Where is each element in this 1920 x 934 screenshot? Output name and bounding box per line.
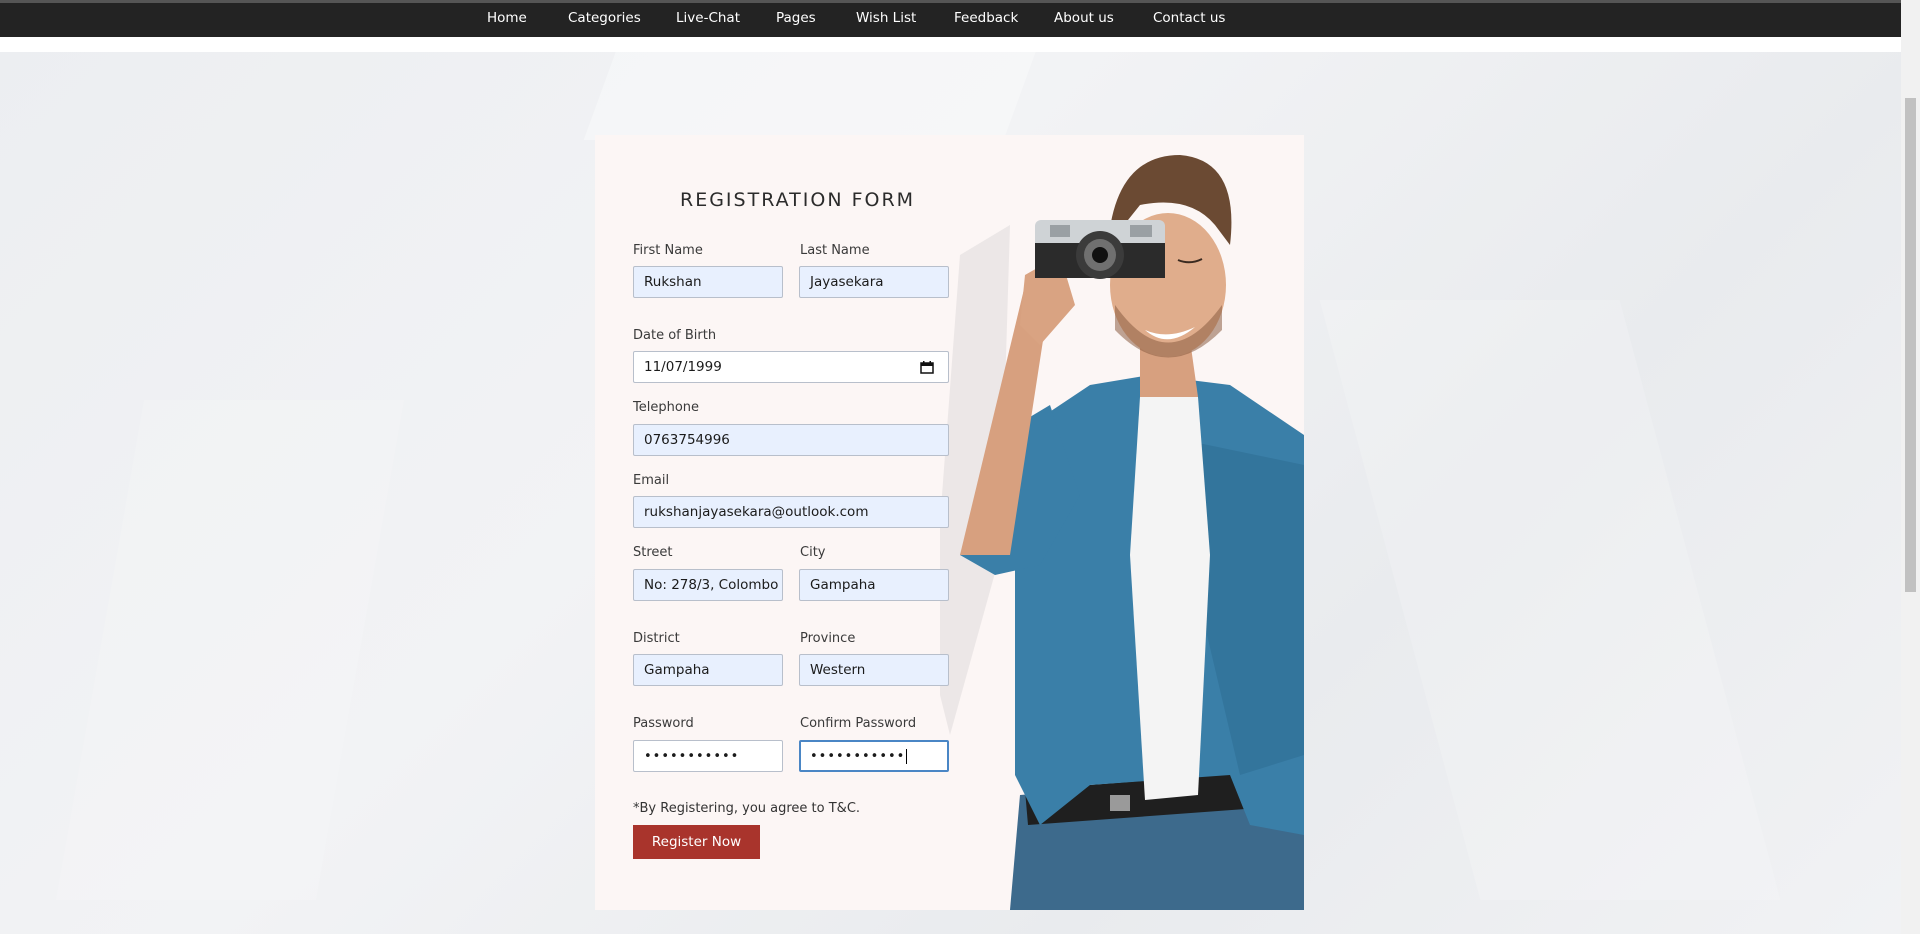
district-label: District <box>633 631 680 646</box>
password-field[interactable]: ••••••••••• <box>633 740 783 772</box>
confirm-password-dots: ••••••••••• <box>810 749 906 764</box>
email-field[interactable]: rukshanjayasekara@outlook.com <box>633 496 949 528</box>
first-name-label: First Name <box>633 243 703 258</box>
province-field[interactable]: Western <box>799 654 949 686</box>
confirm-password-field[interactable]: ••••••••••• <box>799 740 949 772</box>
confirm-password-label: Confirm Password <box>800 716 917 731</box>
telephone-field[interactable]: 0763754996 <box>633 424 949 456</box>
nav-live-chat[interactable]: Live-Chat <box>676 3 740 37</box>
password-dots: ••••••••••• <box>644 749 740 764</box>
province-label: Province <box>800 631 856 646</box>
nav-about-us[interactable]: About us <box>1054 3 1114 37</box>
scrollbar-thumb[interactable] <box>1905 98 1916 592</box>
background-shape <box>1319 300 1781 900</box>
text-caret <box>906 748 908 764</box>
dob-field[interactable]: 11/07/1999 <box>633 351 949 383</box>
nav-home[interactable]: Home <box>487 3 527 37</box>
main-navbar: Home Categories Live-Chat Pages Wish Lis… <box>0 3 1901 37</box>
nav-feedback[interactable]: Feedback <box>954 3 1018 37</box>
form-title: REGISTRATION FORM <box>680 189 916 211</box>
telephone-label: Telephone <box>633 400 700 415</box>
district-field[interactable]: Gampaha <box>633 654 783 686</box>
email-label: Email <box>633 473 670 488</box>
calendar-icon[interactable] <box>920 361 934 374</box>
background-shape <box>55 400 405 900</box>
background-shape <box>583 50 1037 140</box>
man-with-camera-photo <box>940 155 1304 910</box>
nav-categories[interactable]: Categories <box>568 3 641 37</box>
dob-label: Date of Birth <box>633 328 717 343</box>
city-field[interactable]: Gampaha <box>799 569 949 601</box>
city-label: City <box>800 545 826 560</box>
last-name-field[interactable]: Jayasekara <box>799 266 949 298</box>
nav-wish-list[interactable]: Wish List <box>856 3 916 37</box>
street-field[interactable]: No: 278/3, Colombo <box>633 569 783 601</box>
terms-note: *By Registering, you agree to T&C. <box>633 801 861 816</box>
nav-pages[interactable]: Pages <box>776 3 816 37</box>
first-name-field[interactable]: Rukshan <box>633 266 783 298</box>
register-now-button[interactable]: Register Now <box>633 825 760 859</box>
header-band <box>0 37 1901 52</box>
last-name-label: Last Name <box>800 243 870 258</box>
street-label: Street <box>633 545 673 560</box>
nav-contact-us[interactable]: Contact us <box>1153 3 1225 37</box>
password-label: Password <box>633 716 694 731</box>
